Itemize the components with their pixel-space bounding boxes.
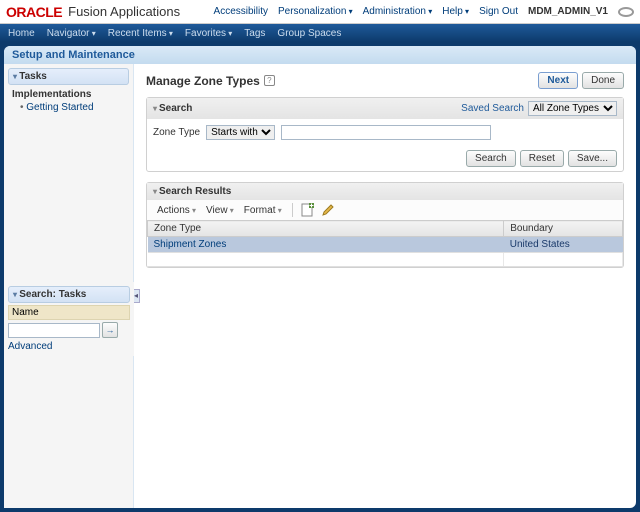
main-area: Manage Zone Types ? Next Done Search Sav… — [134, 64, 636, 508]
zone-type-input[interactable] — [281, 125, 491, 140]
search-tasks-panel: Search: Tasks Name → Advanced — [4, 282, 134, 356]
results-panel: Search Results Actions View Format — [146, 182, 624, 268]
view-menu[interactable]: View — [202, 205, 238, 216]
help-icon[interactable]: ? — [264, 75, 275, 86]
operator-select[interactable]: Starts with — [206, 125, 275, 140]
task-link-getting-started[interactable]: Getting Started — [8, 102, 129, 113]
table-row-empty — [148, 253, 623, 267]
zone-type-label: Zone Type — [153, 127, 200, 138]
nav-bar: Home Navigator Recent Items Favorites Ta… — [0, 24, 640, 42]
search-panel: Search Saved Search All Zone Types Zone … — [146, 97, 624, 172]
user-label: MDM_ADMIN_V1 — [528, 6, 608, 17]
search-panel-title: Search — [159, 103, 192, 114]
nav-recent[interactable]: Recent Items — [108, 28, 173, 39]
next-button[interactable]: Next — [538, 72, 578, 89]
col-boundary[interactable]: Boundary — [504, 221, 623, 237]
setup-header: Setup and Maintenance — [4, 46, 636, 64]
tasks-section-header[interactable]: Tasks — [8, 68, 129, 85]
advanced-link[interactable]: Advanced — [8, 341, 130, 352]
nav-tags[interactable]: Tags — [244, 28, 265, 39]
accessibility-link[interactable]: Accessibility — [214, 6, 268, 17]
nav-home[interactable]: Home — [8, 28, 35, 39]
task-group: Implementations — [8, 87, 129, 102]
search-tasks-go-button[interactable]: → — [102, 322, 118, 338]
save-button[interactable]: Save... — [568, 150, 617, 167]
format-menu[interactable]: Format — [240, 205, 286, 216]
top-bar: ORACLE Fusion Applications Accessibility… — [0, 0, 640, 24]
page-title: Manage Zone Types — [146, 74, 260, 88]
table-row[interactable]: Shipment Zones United States — [148, 237, 623, 253]
oracle-logo: ORACLE — [6, 4, 62, 20]
administration-menu[interactable]: Administration — [363, 6, 433, 17]
app-name: Fusion Applications — [68, 4, 180, 19]
col-zone-type[interactable]: Zone Type — [148, 221, 504, 237]
nav-favorites[interactable]: Favorites — [185, 28, 232, 39]
saved-search-label: Saved Search — [461, 103, 524, 114]
saved-search-select[interactable]: All Zone Types — [528, 101, 617, 116]
name-label: Name — [8, 305, 130, 320]
cell-boundary: United States — [504, 237, 623, 253]
nav-navigator[interactable]: Navigator — [47, 28, 96, 39]
search-tasks-header[interactable]: Search: Tasks — [8, 286, 130, 303]
reset-button[interactable]: Reset — [520, 150, 564, 167]
search-tasks-input[interactable] — [8, 323, 100, 338]
results-table: Zone Type Boundary Shipment Zones United… — [147, 220, 623, 267]
create-icon[interactable] — [301, 203, 315, 217]
edit-icon[interactable] — [321, 203, 335, 217]
nav-spaces[interactable]: Group Spaces — [277, 28, 341, 39]
results-panel-title: Search Results — [159, 186, 231, 197]
done-button[interactable]: Done — [582, 72, 624, 89]
help-menu[interactable]: Help — [442, 6, 469, 17]
toolbar-separator — [292, 203, 293, 217]
signout-link[interactable]: Sign Out — [479, 6, 518, 17]
actions-menu[interactable]: Actions — [153, 205, 200, 216]
search-button[interactable]: Search — [466, 150, 516, 167]
cell-zone-type: Shipment Zones — [148, 237, 504, 253]
brand-swoosh-icon — [618, 7, 634, 17]
personalization-menu[interactable]: Personalization — [278, 6, 353, 17]
